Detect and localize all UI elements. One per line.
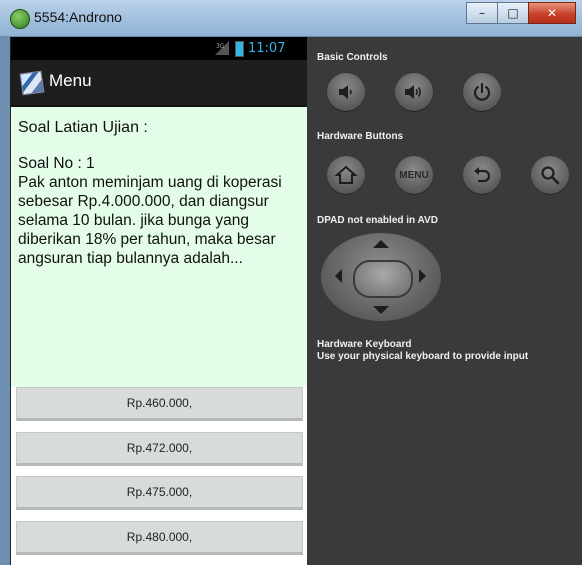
maximize-button[interactable]: □ [497,2,528,24]
window-titlebar: 5554:Androno – □ ✕ [0,0,582,37]
dpad-control[interactable] [321,233,441,321]
battery-icon [235,41,244,57]
action-bar-title: Menu [49,71,92,90]
menu-button[interactable]: MENU [395,156,433,194]
answer-button-2[interactable]: Rp.472.000, [16,432,303,466]
volume-up-button[interactable] [395,73,433,111]
question-text: Pak anton meminjam uang di koperasi sebe… [18,174,282,267]
question-panel: Soal Latian Ujian : Soal No : 1 Pak anto… [11,107,308,387]
android-icon [10,9,30,29]
dpad-center-button[interactable] [353,260,413,298]
search-icon [541,166,560,185]
minimize-button[interactable]: – [466,2,497,24]
answer-button-1[interactable]: Rp.460.000, [16,387,303,421]
answer-list: Rp.460.000, Rp.472.000, Rp.475.000, Rp.4… [11,387,308,565]
volume-down-button[interactable] [327,73,365,111]
emulator-control-panel: Basic Controls Hardware Buttons MENU DPA… [307,37,582,565]
window-controls: – □ ✕ [466,2,576,24]
phone-screen: 3G 11:07 Menu Soal Latian Ujian : Soal N… [10,37,308,565]
back-icon [474,167,491,183]
window-title: 5554:Androno [34,9,122,25]
power-icon [473,82,491,101]
home-icon [334,165,358,184]
status-bar: 3G 11:07 [11,37,308,60]
volume-up-icon [405,85,422,99]
svg-text:3G: 3G [216,43,225,50]
status-time: 11:07 [248,41,286,56]
keyboard-label: Hardware Keyboard [317,339,412,350]
answer-button-4[interactable]: Rp.480.000, [16,521,303,555]
menu-button-label: MENU [399,169,429,181]
basic-controls-label: Basic Controls [317,52,388,63]
question-number: Soal No : 1 [18,155,95,172]
dpad-left-icon[interactable] [335,269,342,283]
dpad-right-icon[interactable] [419,269,426,283]
signal-icon: 3G [215,41,229,55]
dpad-up-icon[interactable] [373,240,389,248]
back-button[interactable] [463,156,501,194]
answer-button-3[interactable]: Rp.475.000, [16,476,303,510]
search-button[interactable] [531,156,569,194]
power-button[interactable] [463,73,501,111]
home-button[interactable] [327,156,365,194]
hardware-buttons-label: Hardware Buttons [317,131,404,142]
action-bar: Menu [11,60,308,107]
quiz-heading: Soal Latian Ujian : [18,119,148,136]
emulator-client: 3G 11:07 Menu Soal Latian Ujian : Soal N… [10,37,582,565]
keyboard-hint: Use your physical keyboard to provide in… [317,351,529,362]
volume-down-icon [339,85,352,99]
close-button[interactable]: ✕ [528,2,576,24]
dpad-down-icon[interactable] [373,306,389,314]
dpad-label: DPAD not enabled in AVD [317,215,438,226]
app-logo-icon[interactable] [19,70,45,96]
